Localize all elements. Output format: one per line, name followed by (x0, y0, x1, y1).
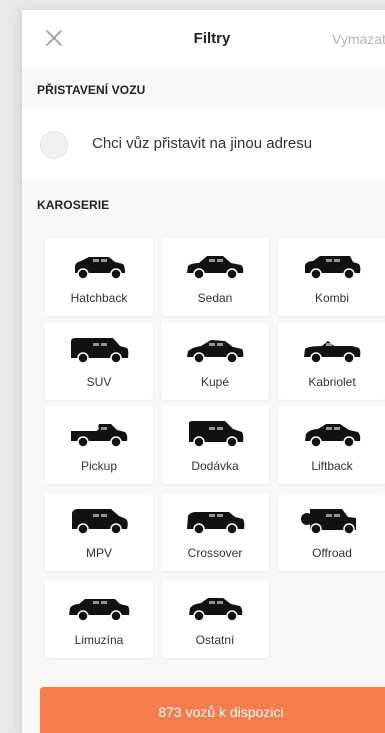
delivery-section-title: PŘISTAVENÍ VOZU (37, 83, 146, 97)
page-title: Filtry (193, 30, 231, 47)
delivery-option-row[interactable]: Chci vůz přistavit na jinou adresu (22, 108, 385, 180)
body-type-label: Kombi (314, 291, 349, 305)
filter-header: Filtry Vymazat (22, 10, 385, 68)
body-type-label: MPV (85, 546, 112, 560)
limousine-car-icon (69, 599, 130, 622)
show-results-button[interactable]: 873 vozů k dispozici (40, 687, 385, 733)
body-type-tile[interactable]: Kabriolet (278, 322, 385, 400)
crossover-car-icon (187, 512, 245, 535)
body-type-label: Kupé (200, 375, 230, 389)
cabriolet-car-icon (304, 341, 361, 364)
body-type-tile[interactable]: Offroad (278, 493, 385, 571)
body-type-label: Pickup (80, 459, 118, 473)
sedan-car-icon (187, 256, 244, 280)
body-type-tile[interactable]: Limuzína (45, 580, 153, 658)
body-type-label: Sedan (197, 291, 233, 305)
body-type-tile[interactable]: Hatchback (45, 238, 153, 316)
body-type-label: Kabriolet (308, 375, 356, 389)
delivery-option-label: Chci vůz přistavit na jinou adresu (92, 135, 313, 152)
body-type-tile[interactable]: Dodávka (161, 406, 269, 484)
body-type-label: Offroad (312, 546, 352, 560)
mpv-car-icon (72, 509, 128, 535)
kombi-car-icon (305, 256, 361, 280)
clear-filters-button[interactable]: Vymazat (332, 31, 385, 47)
other-car-icon (189, 598, 243, 622)
pickup-car-icon (71, 424, 128, 448)
body-type-tile[interactable]: Kombi (278, 238, 385, 316)
body-type-label: Crossover (187, 546, 243, 560)
body-type-tile[interactable]: MPV (45, 493, 153, 571)
filter-panel: Filtry Vymazat PŘISTAVENÍ VOZU Chci vůz … (22, 10, 385, 733)
body-type-label: Limuzína (74, 633, 124, 647)
body-type-section-title: KAROSERIE (37, 198, 110, 212)
body-type-label: Hatchback (70, 291, 128, 305)
body-type-tile[interactable]: Sedan (161, 238, 269, 316)
body-type-label: Liftback (311, 459, 353, 473)
body-type-label: Ostatní (195, 633, 235, 647)
body-type-tile[interactable]: Crossover (161, 493, 269, 571)
delivery-radio[interactable] (40, 131, 68, 159)
van-car-icon (189, 421, 244, 448)
body-type-tile[interactable]: Pickup (45, 406, 153, 484)
coupe-car-icon (187, 340, 244, 364)
body-type-tile[interactable]: Liftback (278, 406, 385, 484)
body-type-tile[interactable]: Ostatní (161, 580, 269, 658)
body-type-label: SUV (86, 375, 112, 389)
liftback-car-icon (305, 424, 361, 448)
offroad-car-icon (301, 509, 356, 535)
body-type-label: Dodávka (191, 459, 239, 473)
body-type-tile[interactable]: Kupé (161, 322, 269, 400)
body-type-tile[interactable]: SUV (45, 322, 153, 400)
suv-car-icon (71, 338, 129, 364)
hatchback-car-icon (75, 257, 125, 280)
